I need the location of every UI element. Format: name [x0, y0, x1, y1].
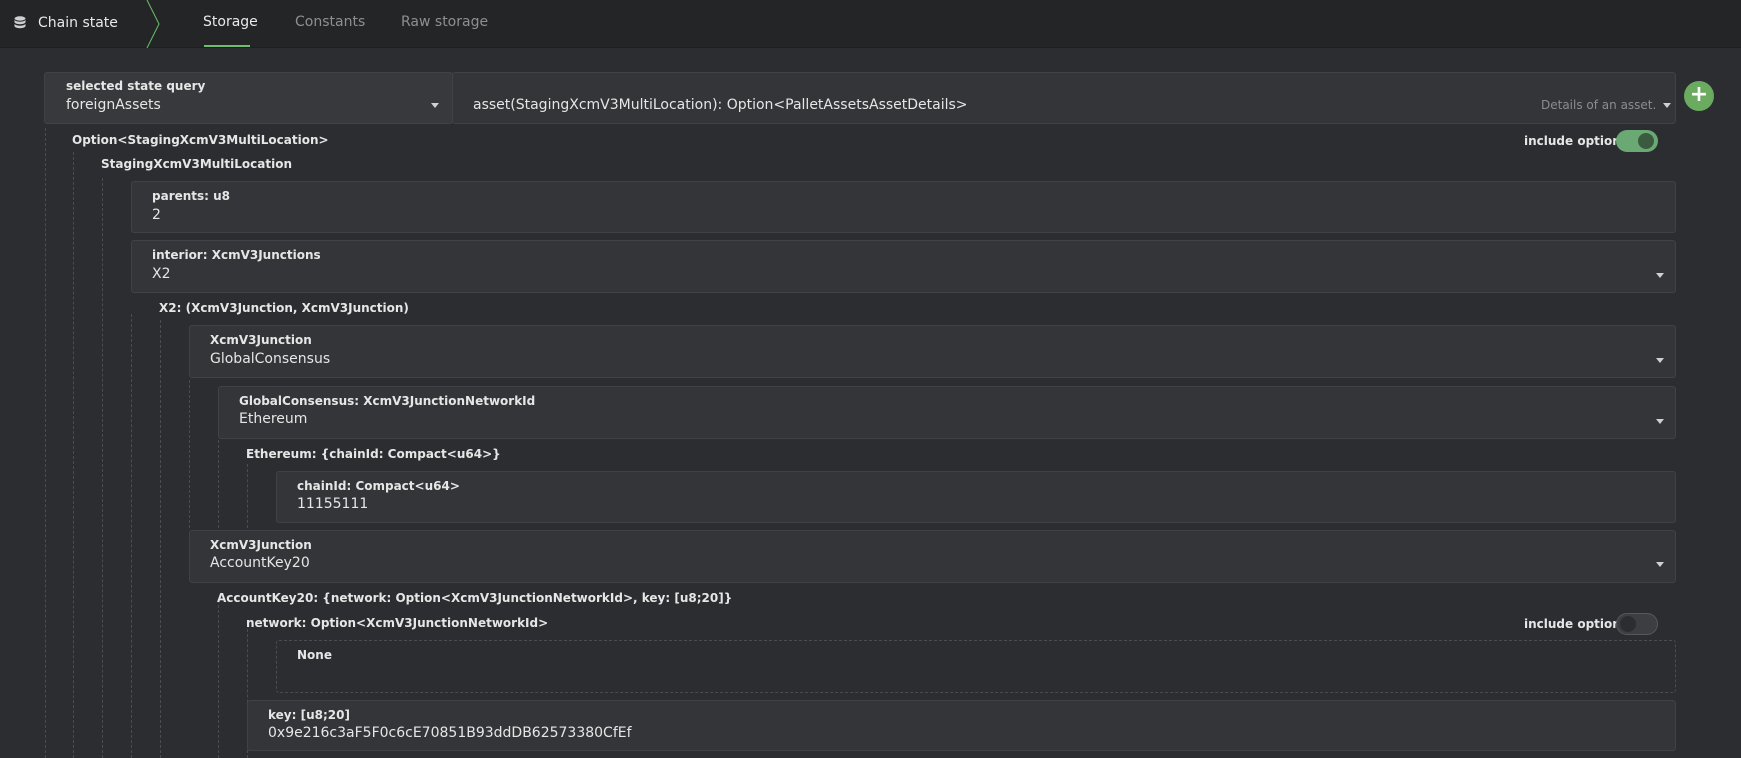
junction2-label: XcmV3Junction — [210, 538, 312, 552]
account-key20-label: AccountKey20: {network: Option<XcmV3Junc… — [217, 591, 733, 605]
nesting-guide — [45, 128, 46, 758]
app-title[interactable]: Chain state — [14, 12, 118, 34]
state-query-value: foreignAssets — [66, 97, 161, 113]
chain-id-label: chainId: Compact<u64> — [297, 479, 460, 493]
top-nav-bar: Chain state Storage Constants Raw storag… — [0, 0, 1741, 48]
state-query-selector[interactable]: selected state query foreignAssets — [44, 72, 453, 124]
active-tab-indicator — [204, 45, 250, 47]
chevron-down-icon — [431, 103, 439, 108]
plus-icon: + — [1689, 82, 1709, 107]
nesting-guide — [102, 178, 103, 758]
state-query-label: selected state query — [66, 79, 206, 93]
key-input[interactable]: key: [u8;20] 0x9e216c3aF5F0c6cE70851B93d… — [247, 700, 1676, 751]
method-hint: Details of an asset. — [1541, 98, 1657, 112]
nesting-guide — [218, 600, 219, 758]
chevron-down-icon — [1656, 273, 1664, 278]
x2-label: X2: (XcmV3Junction, XcmV3Junction) — [159, 301, 409, 315]
chain-id-input[interactable]: chainId: Compact<u64> 11155111 — [276, 471, 1676, 523]
tab-constants[interactable]: Constants — [295, 14, 365, 30]
network-none-label: None — [297, 648, 332, 662]
nesting-guide — [160, 320, 161, 758]
key-label: key: [u8;20] — [268, 708, 350, 722]
app-title-label: Chain state — [38, 15, 118, 31]
database-icon — [14, 16, 26, 30]
tab-storage[interactable]: Storage — [203, 14, 258, 30]
breadcrumb-separator — [146, 0, 160, 48]
junction1-select[interactable]: XcmV3Junction GlobalConsensus — [189, 325, 1676, 378]
network-include-option-toggle[interactable] — [1616, 613, 1658, 635]
method-signature: asset(StagingXcmV3MultiLocation): Option… — [473, 97, 968, 113]
nesting-guide — [247, 464, 248, 528]
nesting-guide — [131, 314, 132, 758]
parents-value: 2 — [152, 207, 161, 223]
global-consensus-select[interactable]: GlobalConsensus: XcmV3JunctionNetworkId … — [218, 386, 1676, 439]
chevron-down-icon — [1656, 562, 1664, 567]
global-consensus-label: GlobalConsensus: XcmV3JunctionNetworkId — [239, 394, 536, 408]
ethereum-label: Ethereum: {chainId: Compact<u64>} — [246, 447, 501, 461]
junction1-label: XcmV3Junction — [210, 333, 312, 347]
junction2-select[interactable]: XcmV3Junction AccountKey20 — [189, 530, 1676, 583]
interior-value: X2 — [152, 266, 171, 282]
network-none-box: None — [276, 640, 1676, 693]
add-query-button[interactable]: + — [1684, 81, 1714, 111]
include-option-label: include option — [1524, 134, 1621, 148]
key-value: 0x9e216c3aF5F0c6cE70851B93ddDB62573380Cf… — [268, 725, 632, 741]
junction2-value: AccountKey20 — [210, 555, 310, 571]
network-include-option-label: include option — [1524, 617, 1621, 631]
chevron-down-icon — [1656, 358, 1664, 363]
multilocation-label: StagingXcmV3MultiLocation — [101, 157, 293, 171]
nesting-guide — [189, 380, 190, 528]
parents-input[interactable]: parents: u8 2 — [131, 181, 1676, 233]
global-consensus-value: Ethereum — [239, 411, 308, 427]
nesting-guide — [218, 440, 219, 528]
nesting-guide — [73, 152, 74, 758]
interior-select[interactable]: interior: XcmV3Junctions X2 — [131, 240, 1676, 293]
network-label: network: Option<XcmV3JunctionNetworkId> — [246, 616, 549, 630]
interior-label: interior: XcmV3Junctions — [152, 248, 321, 262]
tab-raw-storage[interactable]: Raw storage — [401, 14, 488, 30]
option-label: Option<StagingXcmV3MultiLocation> — [72, 133, 329, 147]
include-option-toggle[interactable] — [1616, 130, 1658, 152]
chevron-down-icon — [1663, 103, 1671, 108]
parents-label: parents: u8 — [152, 189, 231, 203]
chain-id-value: 11155111 — [297, 496, 369, 512]
state-method-selector[interactable]: asset(StagingXcmV3MultiLocation): Option… — [452, 72, 1676, 124]
chevron-down-icon — [1656, 419, 1664, 424]
junction1-value: GlobalConsensus — [210, 351, 331, 367]
